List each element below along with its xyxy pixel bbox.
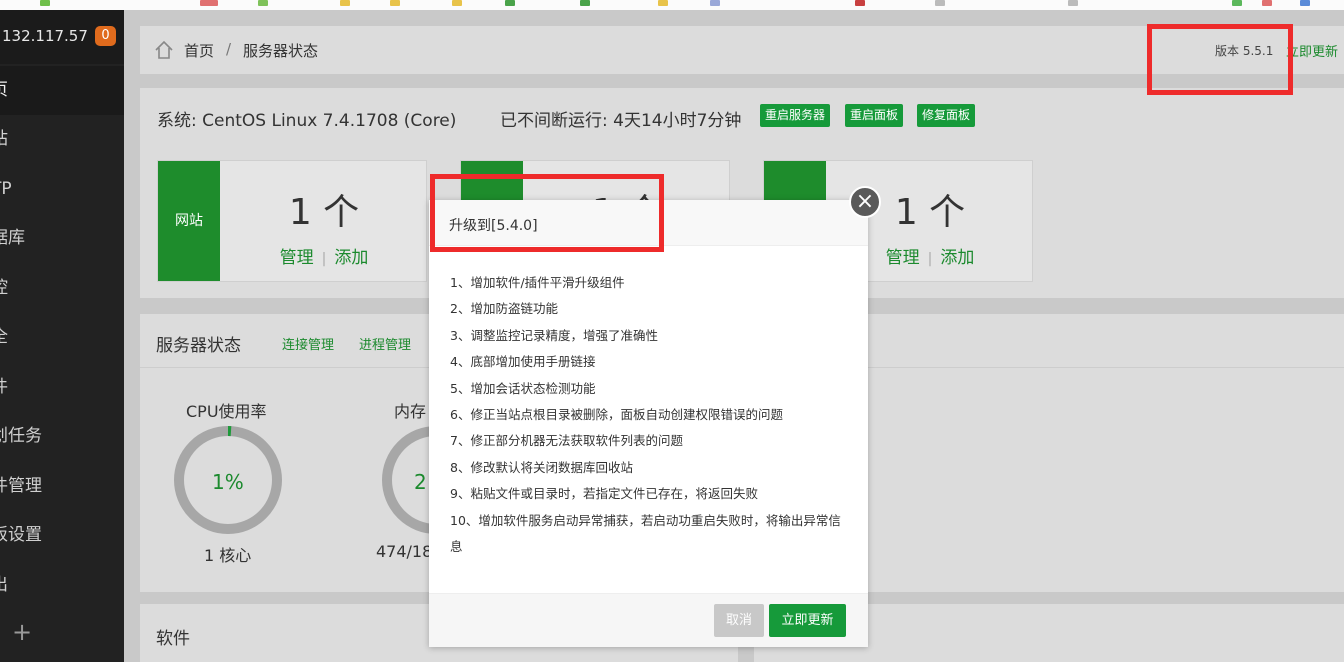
bookmark-icon[interactable]	[390, 0, 400, 6]
manage-link[interactable]: 管理	[280, 248, 314, 268]
server-ip[interactable]: 132.117.57	[2, 27, 88, 45]
bookmark-icon[interactable]	[580, 0, 590, 6]
breadcrumb-home[interactable]: 首页	[184, 40, 214, 61]
sidebar-item-files[interactable]: 件	[0, 363, 124, 412]
list-item: 4、底部增加使用手册链接	[450, 354, 596, 370]
bookmark-icon[interactable]	[855, 0, 865, 6]
stat-card-website: 网站 1 个 管理 | 添加	[157, 160, 427, 282]
manage-link[interactable]: 管理	[886, 248, 920, 268]
list-item: 10、增加软件服务启动异常捕获，若启动功重启失败时，将输出异常信息	[450, 512, 841, 555]
card-count: 1 个	[288, 192, 360, 233]
list-item: 6、修正当站点根目录被删除，面板自动创建权限错误的问题	[450, 407, 783, 423]
bookmark-icon[interactable]	[658, 0, 668, 6]
update-dialog: 升级到[5.4.0] 1、增加软件/插件平滑升级组件 2、增加防盗链功能 3、调…	[429, 200, 868, 647]
sidebar-item-label: 站	[0, 129, 8, 149]
card-tag: 网站	[158, 161, 220, 281]
list-item: 8、修改默认将关闭数据库回收站	[450, 459, 633, 475]
status-title: 服务器状态	[156, 336, 241, 356]
list-item: 7、修正部分机器无法获取软件列表的问题	[450, 433, 683, 449]
sidebar-item-logout[interactable]: 出	[0, 561, 124, 610]
restart-panel-button[interactable]: 重启面板	[845, 104, 904, 127]
cpu-gauge-title: CPU使用率	[186, 402, 267, 421]
sidebar-item-monitor[interactable]: 控	[0, 264, 124, 313]
highlight-box-version	[1147, 24, 1293, 95]
cpu-gauge-value: 1%	[212, 470, 244, 494]
sidebar: 132.117.57 0 页 站 TP 据库 控 全 件 划任务 件管理 板设置…	[0, 10, 124, 662]
bookmark-icon[interactable]	[1232, 0, 1242, 6]
system-uptime: 已不间断运行: 4天14小时7分钟	[500, 111, 742, 131]
message-badge[interactable]: 0	[95, 26, 116, 46]
bookmark-icon[interactable]	[1300, 0, 1310, 6]
plus-icon[interactable]: +	[12, 618, 32, 646]
bookmark-icon[interactable]	[40, 0, 50, 6]
cpu-cores: 1 核心	[204, 546, 252, 565]
bookmark-icon[interactable]	[935, 0, 945, 6]
home-icon[interactable]	[154, 40, 174, 60]
bookmark-icon[interactable]	[340, 0, 350, 6]
sidebar-item-software[interactable]: 件管理	[0, 462, 124, 511]
update-now-button[interactable]: 立即更新	[769, 604, 846, 637]
highlight-box-dialog-title	[430, 174, 664, 252]
sidebar-item-label: 件	[0, 377, 8, 397]
sidebar-item-label: 页	[0, 80, 8, 100]
process-manage-link[interactable]: 进程管理	[359, 334, 411, 353]
bookmark-icon[interactable]	[710, 0, 720, 6]
memory-usage: 474/18	[376, 542, 433, 561]
bookmark-icon[interactable]	[1262, 0, 1272, 6]
repair-panel-button[interactable]: 修复面板	[917, 104, 976, 127]
sidebar-item-label: 板设置	[0, 525, 42, 545]
memory-gauge-value: 2	[414, 470, 427, 494]
card-links: 管理 | 添加	[279, 248, 369, 268]
sidebar-item-home[interactable]: 页	[0, 66, 124, 115]
bookmarks-bar	[0, 0, 1344, 10]
list-item: 5、增加会话状态检测功能	[450, 380, 596, 396]
list-item: 1、增加软件/插件平滑升级组件	[450, 275, 625, 290]
bookmark-icon[interactable]	[258, 0, 268, 6]
connection-manage-link[interactable]: 连接管理	[282, 334, 334, 353]
cancel-button[interactable]: 取消	[714, 604, 764, 637]
breadcrumb-separator: /	[226, 40, 232, 58]
sidebar-item-label: 出	[0, 575, 8, 595]
server-ip-header: 132.117.57 0	[0, 10, 124, 64]
close-icon[interactable]: ×	[849, 186, 881, 218]
sidebar-item-database[interactable]: 据库	[0, 214, 124, 263]
bookmark-icon[interactable]	[452, 0, 462, 6]
sidebar-item-ftp[interactable]: TP	[0, 165, 124, 214]
sidebar-item-label: 据库	[0, 228, 25, 248]
sidebar-item-security[interactable]: 全	[0, 313, 124, 362]
bookmark-icon[interactable]	[200, 0, 218, 6]
sidebar-item-cron[interactable]: 划任务	[0, 412, 124, 461]
changelog-list: 1、增加软件/插件平滑升级组件 2、增加防盗链功能 3、调整监控记录精度，增强了…	[450, 270, 845, 560]
sidebar-item-label: 全	[0, 327, 8, 347]
bookmark-icon[interactable]	[1068, 0, 1078, 6]
list-item: 9、粘贴文件或目录时，若指定文件已存在，将返回失败	[450, 486, 758, 502]
update-now-link[interactable]: 立即更新	[1286, 41, 1338, 60]
memory-gauge-title: 内存	[394, 402, 427, 421]
list-item: 2、增加防盗链功能	[450, 301, 558, 317]
software-title: 软件	[156, 629, 190, 649]
sidebar-item-settings[interactable]: 板设置	[0, 511, 124, 560]
bookmark-icon[interactable]	[505, 0, 515, 6]
list-item: 3、调整监控记录精度，增强了准确性	[450, 327, 658, 343]
sidebar-item-website[interactable]: 站	[0, 115, 124, 164]
restart-server-button[interactable]: 重启服务器	[760, 104, 831, 127]
system-os: 系统: CentOS Linux 7.4.1708 (Core)	[157, 111, 457, 131]
sidebar-item-label: 划任务	[0, 426, 42, 446]
add-link[interactable]: 添加	[940, 248, 974, 268]
breadcrumb-current: 服务器状态	[243, 42, 319, 60]
sidebar-item-label: 件管理	[0, 476, 42, 496]
sidebar-item-label: 控	[0, 278, 8, 298]
sidebar-item-label: TP	[0, 179, 12, 199]
dialog-footer: 取消 立即更新	[429, 593, 868, 647]
add-link[interactable]: 添加	[334, 248, 368, 268]
